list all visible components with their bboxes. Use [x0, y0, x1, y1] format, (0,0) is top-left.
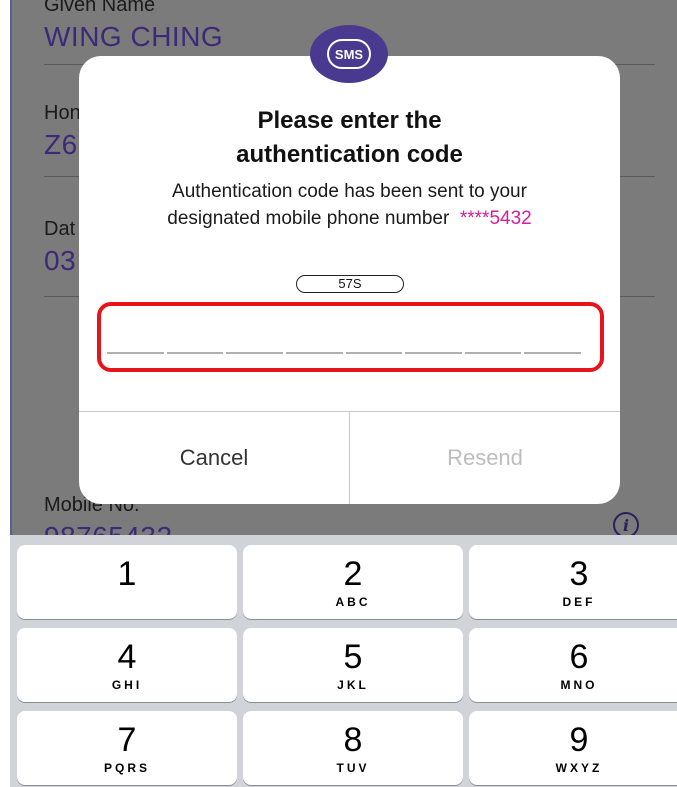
numeric-keypad: 1 2 ABC 3 DEF 4 GHI 5 JKL 6 MNO 7 PQRS 8…	[10, 535, 677, 787]
key-7-number: 7	[117, 720, 137, 759]
key-3[interactable]: 3 DEF	[469, 545, 677, 619]
dialog-message-line2: designated mobile phone number ****5432	[79, 205, 620, 232]
key-4-number: 4	[117, 637, 137, 676]
code-digit-slot	[405, 348, 462, 354]
dialog-message-line1: Authentication code has been sent to you…	[172, 181, 527, 202]
dialog-message: Authentication code has been sent to you…	[79, 178, 620, 232]
resend-button[interactable]: Resend	[350, 412, 620, 504]
dialog-title: Please enter the authentication code	[79, 104, 620, 172]
given-name-label: Given Name	[44, 0, 156, 16]
key-7[interactable]: 7 PQRS	[17, 711, 237, 785]
code-digit-slot	[107, 348, 164, 354]
code-digit-slot	[345, 348, 403, 354]
code-digit-slot	[285, 348, 343, 354]
key-3-letters: DEF	[562, 594, 596, 609]
key-4-letters: GHI	[111, 677, 143, 692]
key-6-letters: MNO	[560, 677, 598, 692]
sms-badge: SMS	[310, 25, 388, 83]
key-5[interactable]: 5 JKL	[243, 628, 463, 702]
key-9-number: 9	[569, 720, 589, 759]
sms-badge-text: SMS	[334, 46, 364, 62]
key-7-letters: PQRS	[103, 760, 150, 775]
key-6-number: 6	[569, 637, 589, 676]
countdown-timer: 57S	[296, 275, 404, 293]
key-8-number: 8	[343, 720, 363, 759]
code-digit-slot	[166, 348, 224, 354]
key-4[interactable]: 4 GHI	[17, 628, 237, 702]
code-digit-slot	[464, 348, 522, 354]
key-1[interactable]: 1	[17, 545, 237, 619]
key-2[interactable]: 2 ABC	[243, 545, 463, 619]
key-5-letters: JKL	[337, 677, 369, 692]
auth-code-dialog: SMS Please enter the authentication code…	[79, 25, 620, 504]
code-input[interactable]	[107, 348, 581, 354]
key-2-number: 2	[343, 554, 363, 593]
cancel-button[interactable]: Cancel	[79, 412, 349, 504]
dialog-title-line1: Please enter the	[257, 107, 442, 134]
key-9[interactable]: 9 WXYZ	[469, 711, 677, 785]
key-3-number: 3	[569, 554, 589, 593]
key-1-number: 1	[117, 554, 137, 593]
dialog-title-line2: authentication code	[236, 141, 463, 168]
key-5-number: 5	[343, 637, 363, 676]
masked-phone-number: ****5432	[459, 208, 532, 229]
code-input-highlight	[97, 302, 604, 372]
key-8[interactable]: 8 TUV	[243, 711, 463, 785]
key-8-letters: TUV	[336, 760, 370, 775]
key-9-letters: WXYZ	[555, 760, 603, 775]
dialog-message-line2-text: designated mobile phone number	[167, 208, 450, 229]
code-digit-slot	[226, 348, 283, 354]
sms-bubble-icon: SMS	[327, 39, 371, 69]
key-2-letters: ABC	[335, 594, 371, 609]
code-digit-slot	[524, 348, 581, 354]
key-6[interactable]: 6 MNO	[469, 628, 677, 702]
